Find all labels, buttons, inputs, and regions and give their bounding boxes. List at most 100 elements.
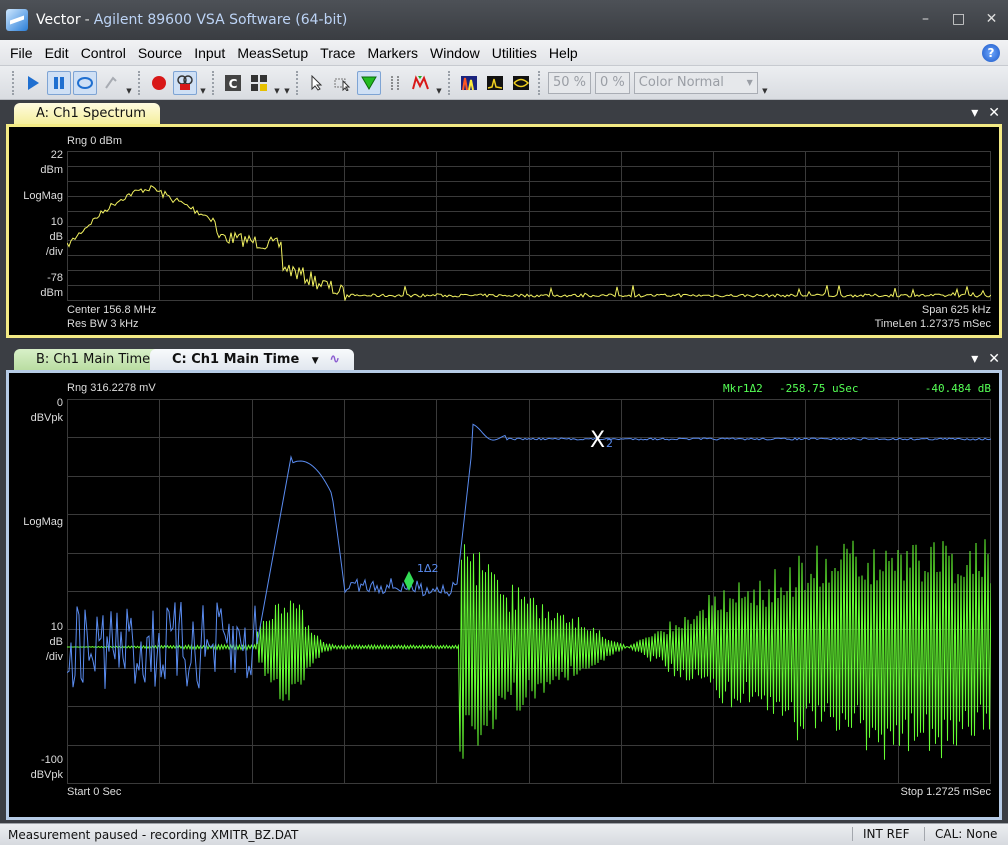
layout-grid-icon[interactable] xyxy=(247,71,271,95)
menu-edit[interactable]: Edit xyxy=(39,45,75,61)
status-cal[interactable]: CAL: None xyxy=(924,827,997,841)
panel-a-span: Span 625 kHz xyxy=(921,304,991,316)
marker-1-label: 1Δ2 xyxy=(417,562,439,575)
title-bar: Vector - Agilent 89600 VSA Software (64-… xyxy=(0,0,1008,40)
restart-icon[interactable] xyxy=(99,71,123,95)
spectrogram-icon[interactable] xyxy=(457,71,481,95)
spectrum-plot[interactable] xyxy=(67,151,991,301)
marker-readout-value: -40.484 dB xyxy=(924,382,991,395)
toolbar-grip[interactable] xyxy=(12,70,16,95)
menu-help[interactable]: Help xyxy=(543,45,584,61)
color-mode-select[interactable]: Color Normal ▼ xyxy=(633,71,758,94)
marker-2-symbol: X xyxy=(590,428,605,453)
panel-a-scale-value: 10 xyxy=(50,216,63,228)
panel-c-menu-icon[interactable]: ▾ xyxy=(971,351,978,367)
trace-type-icon: ∿ xyxy=(329,352,341,367)
chevron-down-icon: ▼ xyxy=(746,77,753,87)
toolbar: ▼ ▼ C ▼ ▼ ▼ 50 % 0 % Color Normal ▼ ▼ xyxy=(0,66,1008,100)
panel-c-y-top-unit: dBVpk xyxy=(30,412,63,424)
panel-a-format[interactable]: LogMag xyxy=(9,190,63,202)
tab-b-ch1-main-time[interactable]: B: Ch1 Main Time xyxy=(14,349,165,371)
toolbar-dropdown[interactable]: ▼ xyxy=(272,71,282,95)
menu-meassetup[interactable]: MeasSetup xyxy=(231,45,314,61)
close-button[interactable]: ✕ xyxy=(975,8,1008,30)
continuous-icon[interactable] xyxy=(73,70,97,95)
panel-a-close-icon[interactable]: ✕ xyxy=(988,105,1000,121)
menu-bar: File Edit Control Source Input MeasSetup… xyxy=(0,40,1008,66)
toolbar-dropdown[interactable]: ▼ xyxy=(282,71,292,95)
app-icon xyxy=(6,9,28,31)
tab-a-ch1-spectrum[interactable]: A: Ch1 Spectrum xyxy=(14,103,160,125)
chevron-down-icon[interactable]: ▼ xyxy=(312,356,319,366)
toolbar-dropdown[interactable]: ▼ xyxy=(434,71,444,95)
panel-a-y-top-value: 22 xyxy=(50,149,63,161)
panel-c-scale-value: 10 xyxy=(50,621,63,633)
toolbar-separator xyxy=(138,70,142,95)
tab-c-label: C: Ch1 Main Time xyxy=(172,352,300,367)
panel-c-y-top-value: 0 xyxy=(56,397,63,409)
record-icon[interactable] xyxy=(147,71,171,95)
panel-c-scale-unit: dB xyxy=(49,636,63,648)
menu-source[interactable]: Source xyxy=(132,45,188,61)
panel-c-range: Rng 316.2278 mV xyxy=(67,382,156,394)
panel-c-y-bottom-value: -100 xyxy=(40,754,63,766)
eye-diagram-icon[interactable] xyxy=(509,71,533,95)
panel-c-tabstrip: B: Ch1 Main Time C: Ch1 Main Time ▼ ∿ ▾ … xyxy=(0,347,1008,371)
recording-playback-icon[interactable] xyxy=(173,70,197,95)
zoom-select-icon[interactable] xyxy=(331,71,355,95)
toolbar-separator xyxy=(212,70,216,95)
tab-c-ch1-main-time[interactable]: C: Ch1 Main Time ▼ ∿ xyxy=(150,349,355,371)
pause-icon[interactable] xyxy=(47,70,71,95)
clear-icon-label: C xyxy=(229,77,238,91)
help-icon[interactable]: ? xyxy=(982,44,1000,62)
status-ref[interactable]: INT REF xyxy=(852,827,909,841)
spectrum-display[interactable]: Rng 0 dBm 22 dBm LogMag 10 dB /div -78 d… xyxy=(6,124,1002,338)
window-title-app: Vector xyxy=(36,12,81,28)
time-plot[interactable]: 1Δ2 X 2 xyxy=(67,399,991,784)
menu-control[interactable]: Control xyxy=(75,45,132,61)
marker-2-subscript: 2 xyxy=(606,437,613,450)
peak-marker-icon[interactable] xyxy=(409,71,433,95)
panel-a-timelen: TimeLen 1.27375 mSec xyxy=(874,318,991,330)
status-bar: Measurement paused - recording XMITR_BZ.… xyxy=(0,823,1008,845)
panel-a-y-bottom-value: -78 xyxy=(47,272,63,284)
spectrum-trace-icon[interactable] xyxy=(483,71,507,95)
color-mode-value: Color Normal xyxy=(638,74,724,90)
time-display[interactable]: Rng 316.2278 mV Mkr1Δ2 -258.75 uSec -40.… xyxy=(6,370,1002,820)
menu-markers[interactable]: Markers xyxy=(361,45,424,61)
panel-c-scale-div: /div xyxy=(45,651,63,663)
marker-icon[interactable] xyxy=(357,70,381,95)
marker-readout-time: -258.75 uSec xyxy=(779,382,859,395)
window-title-product: Agilent 89600 VSA Software (64-bit) xyxy=(93,12,348,28)
window-title-separator: - xyxy=(84,12,90,28)
toolbar-dropdown[interactable]: ▼ xyxy=(124,71,134,95)
panel-c-format[interactable]: LogMag xyxy=(9,516,63,528)
toolbar-dropdown[interactable]: ▼ xyxy=(198,71,208,95)
panel-c-y-bottom-unit: dBVpk xyxy=(30,769,63,781)
menu-file[interactable]: File xyxy=(4,45,39,61)
menu-window[interactable]: Window xyxy=(424,45,486,61)
menu-input[interactable]: Input xyxy=(188,45,231,61)
toolbar-dropdown[interactable]: ▼ xyxy=(760,71,770,95)
toolbar-separator xyxy=(296,70,300,95)
marker-readout-label: Mkr1Δ2 xyxy=(723,382,763,395)
panel-a-res-bw: Res BW 3 kHz xyxy=(67,318,139,330)
panel-c-close-icon[interactable]: ✕ xyxy=(988,351,1000,367)
menu-utilities[interactable]: Utilities xyxy=(486,45,543,61)
clear-icon[interactable]: C xyxy=(221,71,245,95)
maximize-button[interactable]: □ xyxy=(942,8,975,30)
pointer-icon[interactable] xyxy=(305,71,329,95)
panel-a-y-bottom-unit: dBm xyxy=(40,287,63,299)
panel-c-start: Start 0 Sec xyxy=(67,786,122,798)
menu-trace[interactable]: Trace xyxy=(314,45,361,61)
toolbar-separator xyxy=(538,70,542,95)
minimize-button[interactable]: – xyxy=(909,8,942,30)
panel-a-scale-div: /div xyxy=(45,246,63,258)
panel-a-y-top-unit: dBm xyxy=(40,164,63,176)
percent-field-2[interactable]: 0 % xyxy=(595,71,630,94)
percent-field-1[interactable]: 50 % xyxy=(548,71,592,94)
panel-a-menu-icon[interactable]: ▾ xyxy=(971,105,978,121)
band-marker-icon[interactable] xyxy=(383,71,407,95)
panel-a-center: Center 156.8 MHz xyxy=(67,304,157,316)
play-icon[interactable] xyxy=(21,71,45,95)
